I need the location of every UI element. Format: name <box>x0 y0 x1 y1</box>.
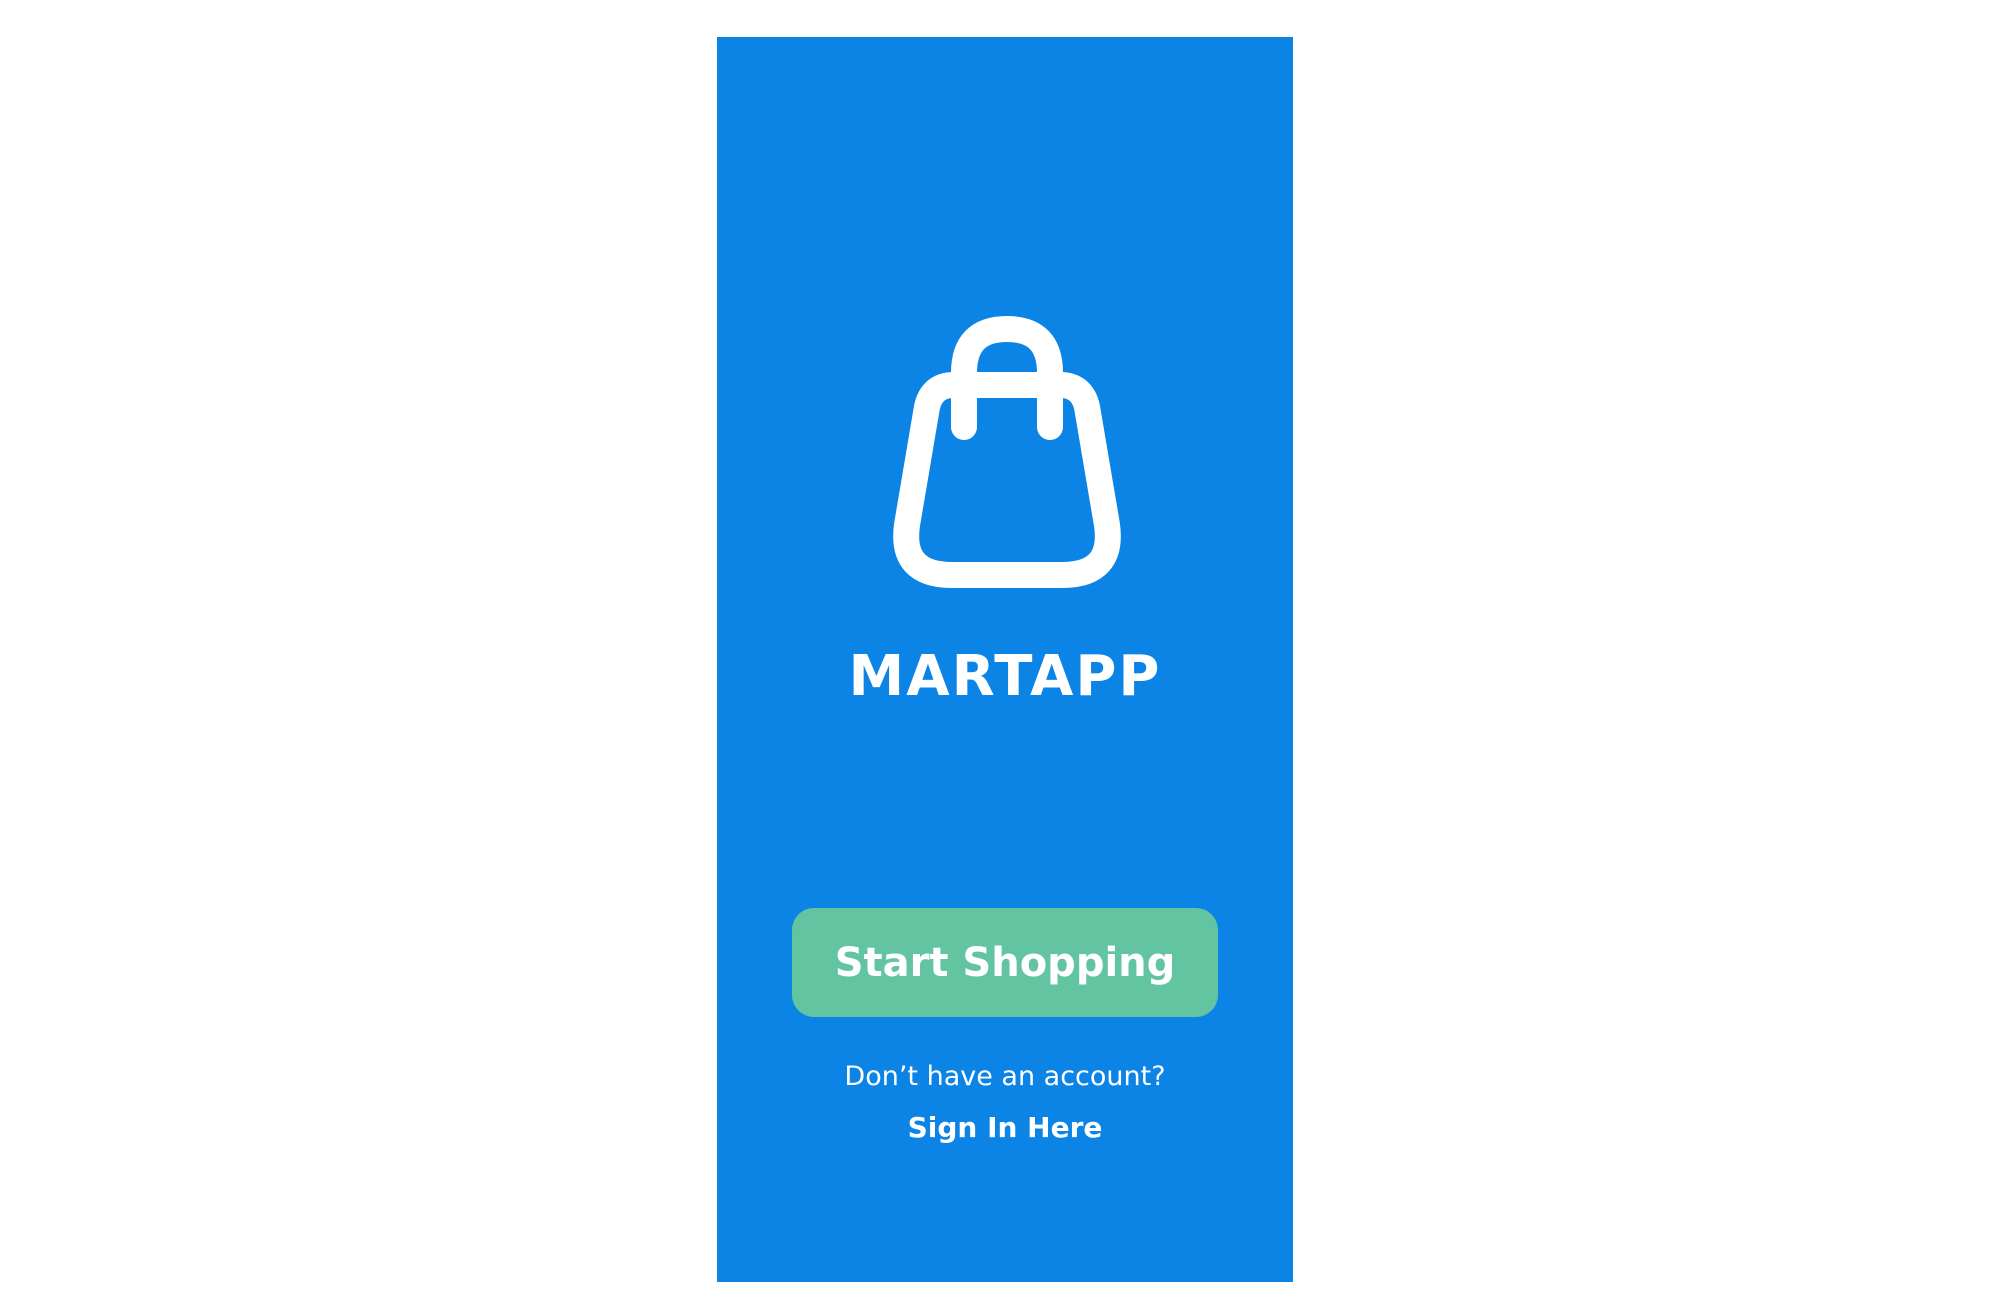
start-shopping-button[interactable]: Start Shopping <box>792 908 1218 1017</box>
page-canvas: MARTAPP Start Shopping Don’t have an acc… <box>0 0 2000 1312</box>
shopping-bag-icon <box>893 316 1121 588</box>
app-name: MARTAPP <box>848 644 1162 709</box>
account-prompt: Don’t have an account? <box>844 1061 1166 1092</box>
sign-in-link[interactable]: Sign In Here <box>717 1111 1293 1145</box>
splash-screen: MARTAPP Start Shopping Don’t have an acc… <box>717 37 1293 1282</box>
